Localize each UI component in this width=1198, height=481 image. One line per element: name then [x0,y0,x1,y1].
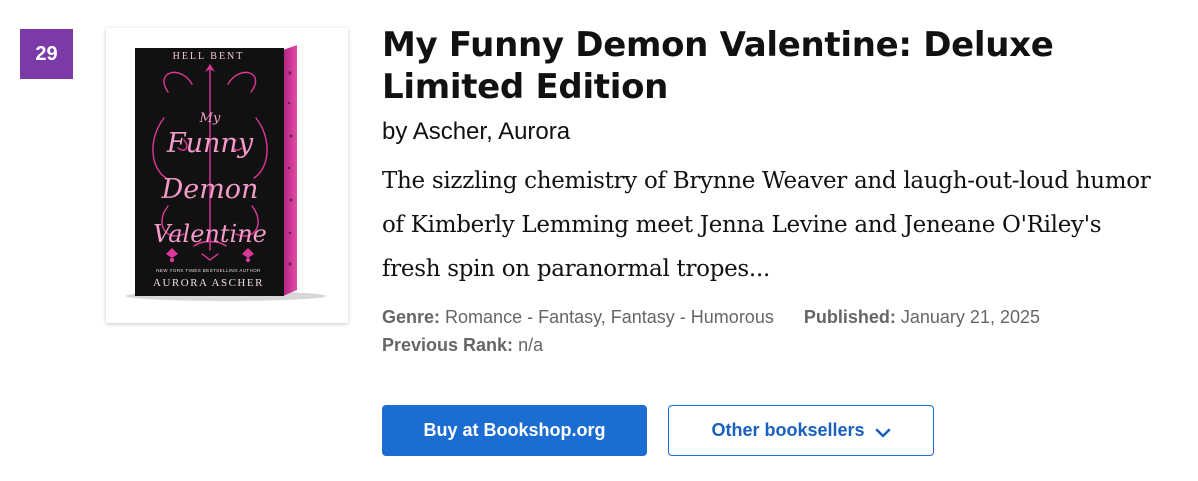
genre-label: Genre: [382,307,441,327]
published-label: Published: [803,307,896,327]
svg-text:My: My [199,111,221,126]
cover-blurb: NEW YORK TIMES BESTSELLING AUTHOR [156,268,261,273]
svg-text:Demon: Demon [161,174,259,205]
chevron-down-icon [875,427,891,439]
rank-badge: 29 [20,29,73,79]
book-title[interactable]: My Funny Demon Valentine: Deluxe Limited… [382,24,1172,108]
previous-rank-label: Previous Rank: [382,335,514,355]
book-details: My Funny Demon Valentine: Deluxe Limited… [382,24,1172,359]
book-author: by Ascher, Aurora [382,118,571,145]
svg-text:Funny: Funny [166,128,254,159]
genre-value: Romance - Fantasy, Fantasy - Humorous [445,307,774,327]
meta-line-1: Genre: Romance - Fantasy, Fantasy - Humo… [382,303,1172,331]
book-meta: Genre: Romance - Fantasy, Fantasy - Humo… [382,303,1172,359]
purchase-actions: Buy at Bookshop.org Other booksellers [382,405,934,456]
book-description: The sizzling chemistry of Brynne Weaver … [382,168,1151,282]
buy-bookshop-button[interactable]: Buy at Bookshop.org [382,405,647,456]
other-booksellers-label: Other booksellers [711,420,865,440]
cover-author: AURORA ASCHER [153,277,264,289]
book-cover[interactable]: My Funny Demon Valentine HELL BENT NEW Y… [106,28,348,323]
meta-line-2: Previous Rank: n/a [382,331,1172,359]
other-booksellers-button[interactable]: Other booksellers [668,405,934,456]
cover-series: HELL BENT [172,51,245,62]
previous-rank-value: n/a [518,335,544,355]
svg-text:Valentine: Valentine [153,220,267,248]
published-value: January 21, 2025 [900,307,1040,327]
